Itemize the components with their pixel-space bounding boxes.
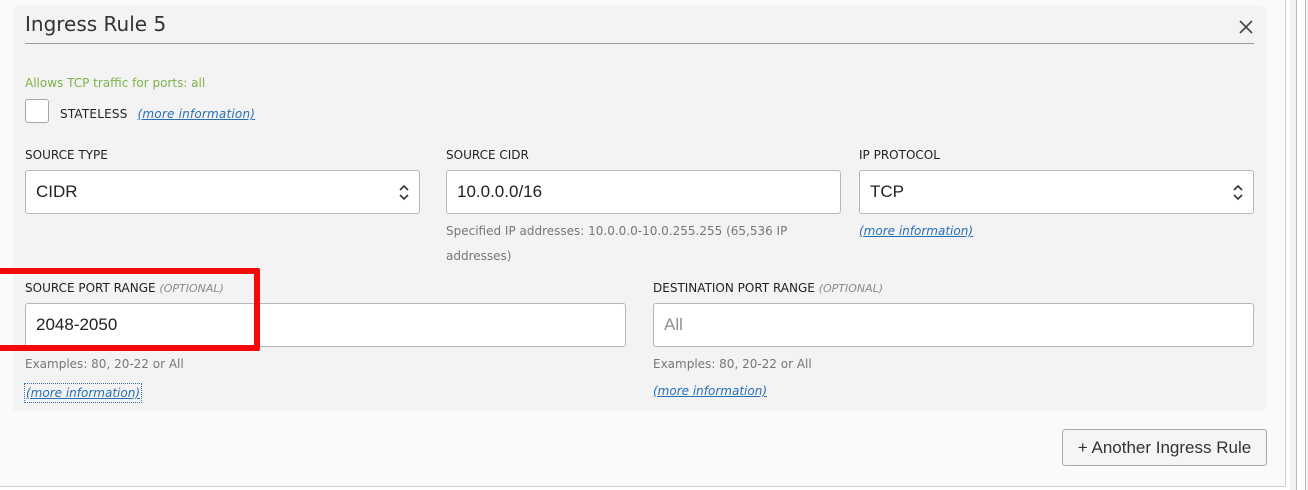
destination-port-range-label: DESTINATION PORT RANGE (OPTIONAL): [653, 281, 883, 295]
chevron-up-down-icon: [1233, 182, 1243, 202]
destination-port-range-placeholder: All: [664, 315, 683, 334]
highlight-annotation-box: [0, 268, 260, 351]
destination-port-more-info-link[interactable]: (more information): [653, 384, 767, 398]
source-port-range-helper: Examples: 80, 20-22 or All: [25, 357, 184, 371]
ip-protocol-more-info-link[interactable]: (more information): [859, 224, 973, 238]
source-cidr-input[interactable]: 10.0.0.0/16: [446, 170, 841, 214]
source-cidr-value: 10.0.0.0/16: [457, 182, 543, 201]
scrollbar-thumb[interactable]: [1296, 0, 1306, 490]
rule-title: Ingress Rule 5: [25, 12, 167, 36]
destination-port-range-label-text: DESTINATION PORT RANGE: [653, 281, 815, 295]
source-cidr-label: SOURCE CIDR: [446, 148, 529, 162]
destination-port-range-helper: Examples: 80, 20-22 or All: [653, 357, 812, 371]
another-ingress-rule-button[interactable]: + Another Ingress Rule: [1062, 429, 1267, 466]
stateless-more-info-link[interactable]: (more information): [138, 107, 256, 121]
source-cidr-helper: Specified IP addresses: 10.0.0.0-10.0.25…: [446, 219, 787, 269]
stateless-checkbox[interactable]: [25, 99, 49, 123]
source-port-more-info-focus[interactable]: (more information): [24, 383, 142, 403]
optional-tag: (OPTIONAL): [818, 282, 884, 295]
stateless-label-text: STATELESS: [60, 107, 128, 121]
source-type-value: CIDR: [36, 182, 78, 201]
source-type-select[interactable]: CIDR: [25, 170, 420, 214]
source-cidr-helper-line1: Specified IP addresses: 10.0.0.0-10.0.25…: [446, 224, 788, 238]
source-type-label: SOURCE TYPE: [25, 148, 108, 162]
stateless-label: STATELESS (more information): [60, 107, 255, 121]
title-divider: [25, 43, 1254, 44]
ip-protocol-label: IP PROTOCOL: [859, 148, 940, 162]
ip-protocol-value: TCP: [870, 182, 904, 201]
close-icon[interactable]: [1234, 15, 1258, 39]
destination-port-range-input[interactable]: All: [653, 303, 1254, 347]
source-cidr-helper-line2: addresses): [446, 249, 512, 263]
ip-protocol-select[interactable]: TCP: [859, 170, 1254, 214]
source-port-more-info-link[interactable]: (more information): [26, 386, 140, 400]
chevron-up-down-icon: [399, 182, 409, 202]
traffic-hint: Allows TCP traffic for ports: all: [25, 76, 206, 90]
